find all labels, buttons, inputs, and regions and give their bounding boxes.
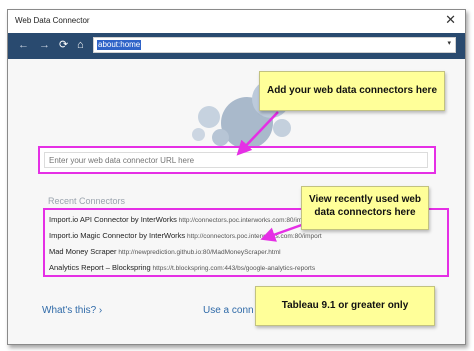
callout-version-text: Tableau 9.1 or greater only: [281, 300, 409, 311]
callout-recent-text: View recently used web data connectors h…: [308, 194, 422, 218]
callout-add-text: Add your web data connectors here: [266, 85, 438, 96]
callout-recent-connectors: View recently used web data connectors h…: [301, 186, 429, 230]
callout-version-note: Tableau 9.1 or greater only: [255, 286, 435, 326]
arrow-to-url-input: [236, 111, 279, 156]
callout-add-connectors: Add your web data connectors here: [259, 71, 445, 111]
